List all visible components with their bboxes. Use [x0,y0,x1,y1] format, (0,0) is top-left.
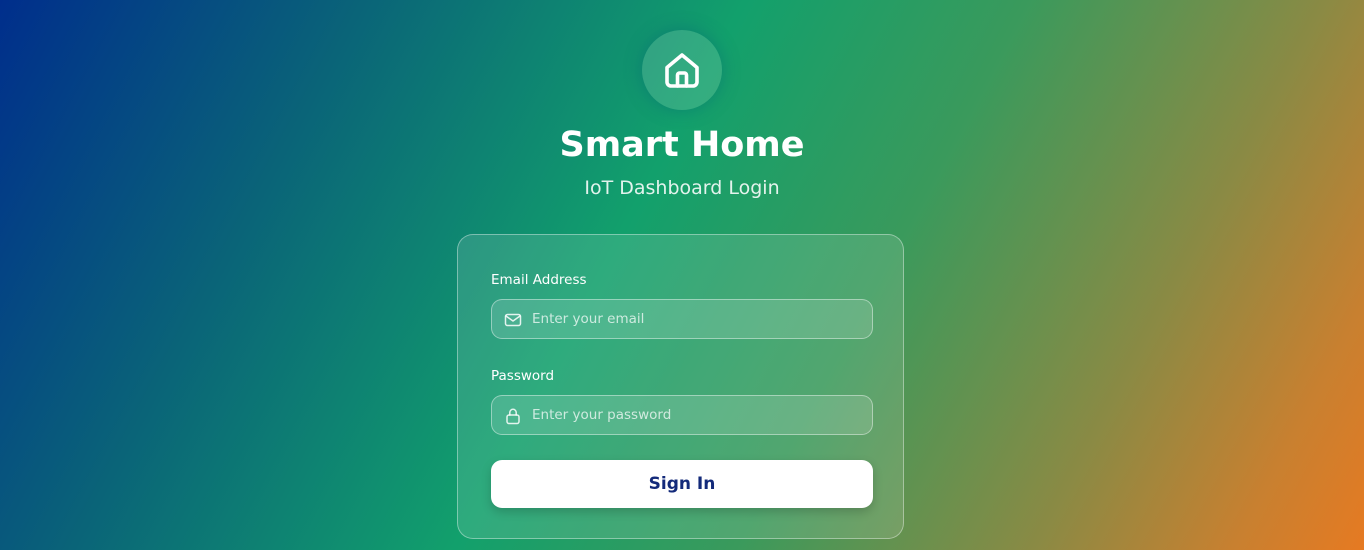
email-label: Email Address [491,272,587,288]
password-field[interactable] [491,395,873,435]
email-input[interactable] [532,300,862,338]
password-input[interactable] [532,396,862,434]
sign-in-button[interactable]: Sign In [491,460,873,508]
app-title: Smart Home [559,125,805,165]
email-field[interactable] [491,299,873,339]
house-icon [660,48,704,92]
app-subtitle: IoT Dashboard Login [584,177,780,199]
login-card: Email Address Password Sign In [457,234,904,539]
password-label: Password [491,368,555,384]
logo-badge [642,30,722,110]
mail-icon [503,310,523,330]
lock-icon [503,406,523,426]
